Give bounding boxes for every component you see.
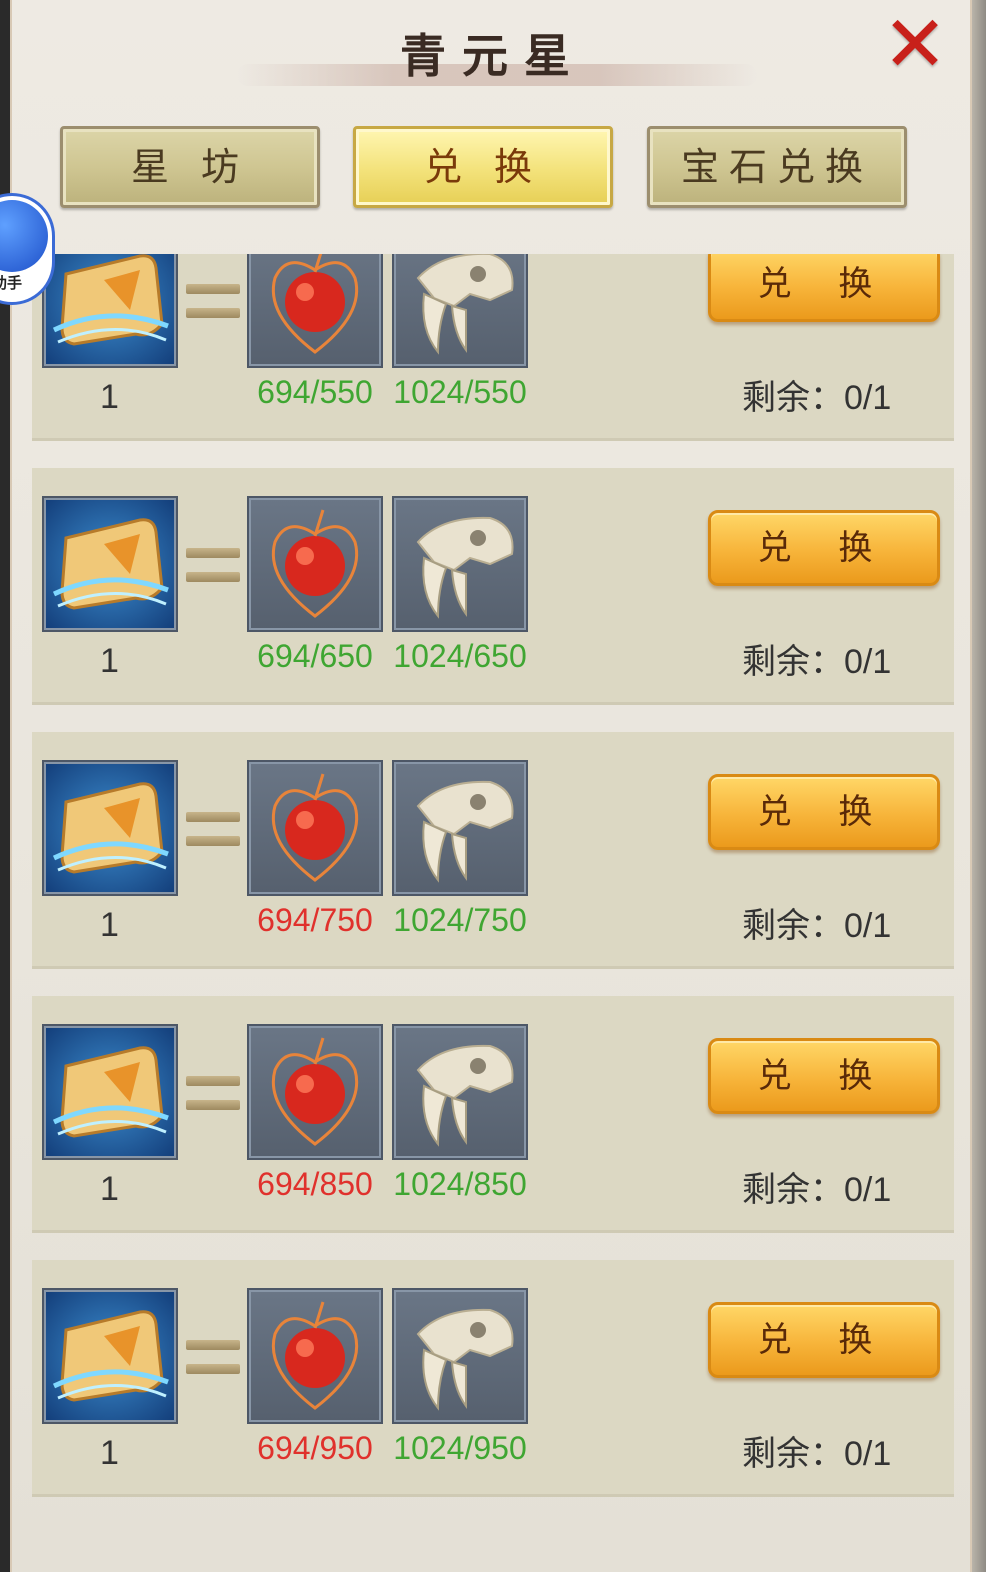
tab-gem-exchange[interactable]: 宝石兑换	[647, 126, 907, 208]
red-fruit-icon[interactable]	[247, 1024, 383, 1160]
remain-value: 0/1	[844, 907, 892, 945]
saber-skull-icon[interactable]	[392, 254, 528, 368]
remain-label: 剩余：	[742, 1435, 844, 1473]
scroll-icon[interactable]	[42, 1288, 178, 1424]
exchange-button[interactable]: 兑 换	[708, 1038, 940, 1114]
reward-count: 1	[100, 1170, 119, 1208]
scroll-icon[interactable]	[42, 1024, 178, 1160]
remain-label: 剩余：	[742, 907, 844, 945]
exchange-row: 1 694/850 1024/850 兑 换剩余：0/1	[32, 996, 954, 1233]
reward-count: 1	[100, 378, 119, 416]
reward-count: 1	[100, 642, 119, 680]
tab-star-shop[interactable]: 星 坊	[60, 126, 320, 208]
remaining-count: 剩余：0/1	[742, 370, 891, 419]
cost-a-progress: 694/850	[257, 1166, 373, 1202]
scroll-icon[interactable]	[42, 254, 178, 368]
exchange-row: 1 694/950 1024/950 兑 换剩余：0/1	[32, 1260, 954, 1497]
exchange-button[interactable]: 兑 换	[708, 774, 940, 850]
cost-b-progress: 1024/650	[393, 638, 527, 674]
cost-b-progress: 1024/850	[393, 1166, 527, 1202]
remain-label: 剩余：	[742, 643, 844, 681]
remain-value: 0/1	[844, 379, 892, 417]
cost-b-progress: 1024/750	[393, 902, 527, 938]
saber-skull-icon[interactable]	[392, 1024, 528, 1160]
exchange-button[interactable]: 兑 换	[708, 510, 940, 586]
remaining-count: 剩余：0/1	[742, 1426, 891, 1475]
exchange-list[interactable]: 1 694/550 1024/550 兑 换剩余：0/1 1 694/650 1024/65…	[22, 254, 970, 1544]
scroll-icon[interactable]	[42, 496, 178, 632]
saber-skull-icon[interactable]	[392, 760, 528, 896]
reward-count: 1	[100, 1434, 119, 1472]
exchange-panel: 青元星 ✕ 星 坊 兑 换 宝石兑换 1 694/550 1024/550 兑 换剩余…	[10, 0, 972, 1572]
remaining-count: 剩余：0/1	[742, 634, 891, 683]
cost-a-progress: 694/650	[257, 638, 373, 674]
exchange-row: 1 694/650 1024/650 兑 换剩余：0/1	[32, 468, 954, 705]
remain-label: 剩余：	[742, 379, 844, 417]
equals-icon	[186, 812, 240, 846]
remain-label: 剩余：	[742, 1171, 844, 1209]
equals-icon	[186, 284, 240, 318]
assistant-label: 助手	[0, 274, 23, 292]
remaining-count: 剩余：0/1	[742, 898, 891, 947]
red-fruit-icon[interactable]	[247, 254, 383, 368]
saber-skull-icon[interactable]	[392, 1288, 528, 1424]
exchange-row: 1 694/550 1024/550 兑 换剩余：0/1	[32, 254, 954, 441]
equals-icon	[186, 1340, 240, 1374]
close-icon[interactable]: ✕	[880, 6, 950, 84]
cost-a-progress: 694/550	[257, 374, 373, 410]
cost-b-progress: 1024/550	[393, 374, 527, 410]
remain-value: 0/1	[844, 643, 892, 681]
cost-b-progress: 1024/950	[393, 1430, 527, 1466]
equals-icon	[186, 1076, 240, 1110]
exchange-row: 1 694/750 1024/750 兑 换剩余：0/1	[32, 732, 954, 969]
page-title: 青元星	[400, 29, 586, 83]
red-fruit-icon[interactable]	[247, 760, 383, 896]
red-fruit-icon[interactable]	[247, 496, 383, 632]
cost-a-progress: 694/950	[257, 1430, 373, 1466]
title-bar: 青元星	[12, 20, 970, 90]
reward-count: 1	[100, 906, 119, 944]
remain-value: 0/1	[844, 1435, 892, 1473]
exchange-button[interactable]: 兑 换	[708, 254, 940, 322]
saber-skull-icon[interactable]	[392, 496, 528, 632]
scroll-icon[interactable]	[42, 760, 178, 896]
red-fruit-icon[interactable]	[247, 1288, 383, 1424]
assistant-icon	[0, 200, 48, 272]
equals-icon	[186, 548, 240, 582]
remaining-count: 剩余：0/1	[742, 1162, 891, 1211]
remain-value: 0/1	[844, 1171, 892, 1209]
tab-exchange[interactable]: 兑 换	[353, 126, 613, 208]
scrollbar[interactable]	[972, 0, 986, 1572]
exchange-button[interactable]: 兑 换	[708, 1302, 940, 1378]
cost-a-progress: 694/750	[257, 902, 373, 938]
